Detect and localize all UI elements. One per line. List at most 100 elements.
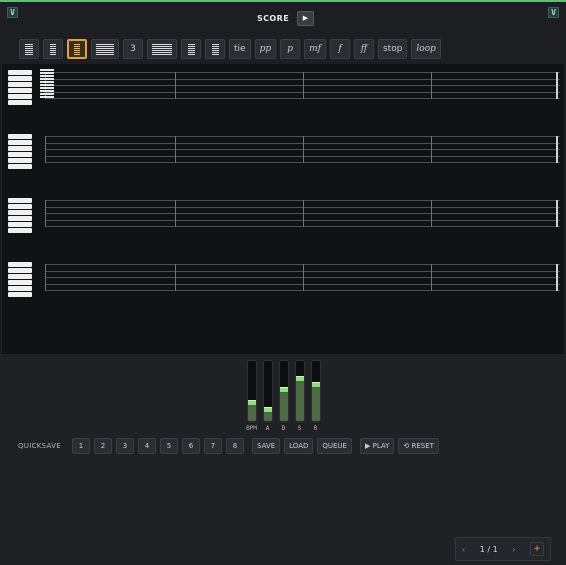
load-button[interactable]: LOAD xyxy=(284,438,314,454)
bar-line xyxy=(431,136,432,163)
right-corner-icon[interactable]: V xyxy=(548,7,559,18)
slider-bpm: BPM xyxy=(246,360,257,432)
toolbar-sixteenth-note-button[interactable] xyxy=(147,39,177,59)
queue-button[interactable]: QUEUE xyxy=(317,438,352,454)
staff[interactable] xyxy=(45,264,560,291)
slider-track[interactable] xyxy=(246,360,257,422)
toolbar-loop-button[interactable]: loop xyxy=(411,39,441,59)
next-page-button[interactable]: › xyxy=(512,545,515,554)
bar-line xyxy=(45,200,46,227)
staff[interactable] xyxy=(45,72,560,99)
bar-line xyxy=(45,136,46,163)
toolbar-eighth-note-button[interactable] xyxy=(91,39,119,59)
prev-page-button[interactable]: ‹ xyxy=(462,545,465,554)
slider-label: D xyxy=(281,425,286,432)
half-note-icon xyxy=(50,43,56,55)
slider-fill xyxy=(295,379,304,421)
toolbar-half-note-button[interactable] xyxy=(43,39,63,59)
save-button[interactable]: SAVE xyxy=(252,438,281,454)
note-toolbar: 3 tie pp p mf f ff stop loop xyxy=(19,39,441,59)
end-bar-line xyxy=(556,136,558,163)
bar-line xyxy=(175,72,176,99)
slider-thumb[interactable] xyxy=(295,376,304,382)
bar-line xyxy=(303,136,304,163)
toolbar-3-button[interactable]: 3 xyxy=(123,39,143,59)
slider-label: S xyxy=(297,425,302,432)
eighth-note-icon xyxy=(96,43,114,55)
clef-icon xyxy=(40,69,54,98)
quicksave-slot-7[interactable]: 7 xyxy=(204,438,223,454)
slider-label: A xyxy=(265,425,270,432)
slider-track[interactable] xyxy=(310,360,321,422)
bar-line xyxy=(175,200,176,227)
reset-button[interactable]: ⟲ RESET xyxy=(398,438,439,454)
toolbar-p-button[interactable]: p xyxy=(280,39,301,59)
staff-instrument-keys[interactable] xyxy=(8,198,32,233)
dotted-icon xyxy=(211,43,219,55)
end-bar-line xyxy=(556,72,558,99)
control-panel: BPM A D S R QUICKSAVE 1 2 3 4 5 6 7 8 SAVE LOAD QUEUE ▶… xyxy=(0,354,566,565)
end-bar-line xyxy=(556,200,558,227)
bar-line xyxy=(303,264,304,291)
quicksave-slot-4[interactable]: 4 xyxy=(138,438,157,454)
toolbar-pp-button[interactable]: pp xyxy=(254,39,277,59)
slider-r: R xyxy=(310,360,321,432)
quarter-note-icon xyxy=(74,43,80,55)
slider-thumb[interactable] xyxy=(279,386,288,393)
staff[interactable] xyxy=(45,136,560,163)
quicksave-slot-8[interactable]: 8 xyxy=(226,438,245,454)
staff[interactable] xyxy=(45,200,560,227)
bar-line xyxy=(431,264,432,291)
bar-line xyxy=(431,72,432,99)
bar-line xyxy=(175,264,176,291)
quicksave-slot-2[interactable]: 2 xyxy=(94,438,113,454)
slider-a: A xyxy=(262,360,273,432)
toolbar-ff-button[interactable]: ff xyxy=(353,39,374,59)
toolbar-stop-button[interactable]: stop xyxy=(377,39,408,59)
slider-track[interactable] xyxy=(294,360,305,422)
slider-label: BPM xyxy=(246,425,257,432)
sixteenth-note-icon xyxy=(152,43,172,55)
slider-fill xyxy=(311,385,320,421)
bar-line xyxy=(175,136,176,163)
rest-icon xyxy=(187,43,195,55)
bar-line xyxy=(431,200,432,227)
page-title: SCORE xyxy=(257,14,290,23)
quicksave-slot-5[interactable]: 5 xyxy=(160,438,179,454)
slider-thumb[interactable] xyxy=(263,407,272,414)
slider-track[interactable] xyxy=(262,360,273,422)
staff-instrument-keys[interactable] xyxy=(8,70,32,105)
whole-note-icon xyxy=(25,43,33,55)
toolbar-tie-button[interactable]: tie xyxy=(229,39,251,59)
slider-thumb[interactable] xyxy=(311,382,320,388)
toolbar-quarter-note-button[interactable] xyxy=(67,39,87,59)
score-area[interactable] xyxy=(2,64,564,354)
toolbar-rest-button[interactable] xyxy=(181,39,201,59)
play-queue-button[interactable]: ▶ PLAY xyxy=(359,438,395,454)
staff-instrument-keys[interactable] xyxy=(8,262,32,297)
bar-line xyxy=(303,200,304,227)
score-app: V V SCORE ▶ 3 tie pp p mf f ff stop loop BPM A D S R… xyxy=(0,0,566,565)
left-corner-icon[interactable]: V xyxy=(7,7,18,18)
slider-s: S xyxy=(294,360,305,432)
pager: ‹ 1 / 1 › + xyxy=(455,537,551,561)
bar-line xyxy=(45,264,46,291)
slider-label: R xyxy=(313,425,318,432)
slider-thumb[interactable] xyxy=(247,400,256,406)
quicksave-slot-3[interactable]: 3 xyxy=(116,438,135,454)
slider-track[interactable] xyxy=(278,360,289,422)
envelope-sliders: BPM A D S R xyxy=(246,360,321,432)
add-page-button[interactable]: + xyxy=(529,542,544,556)
slider-d: D xyxy=(278,360,289,432)
quicksave-slot-1[interactable]: 1 xyxy=(72,438,91,454)
quicksave-row: QUICKSAVE 1 2 3 4 5 6 7 8 SAVE LOAD QUEUE ▶ PLAY ⟲ R… xyxy=(18,437,439,455)
bar-line xyxy=(303,72,304,99)
toolbar-f-button[interactable]: f xyxy=(329,39,350,59)
quicksave-slot-6[interactable]: 6 xyxy=(182,438,201,454)
toolbar-dotted-button[interactable] xyxy=(205,39,225,59)
toolbar-mf-button[interactable]: mf xyxy=(304,39,326,59)
quicksave-label: QUICKSAVE xyxy=(18,442,62,450)
toolbar-whole-note-button[interactable] xyxy=(19,39,39,59)
staff-instrument-keys[interactable] xyxy=(8,134,32,169)
play-button[interactable]: ▶ xyxy=(297,11,314,26)
